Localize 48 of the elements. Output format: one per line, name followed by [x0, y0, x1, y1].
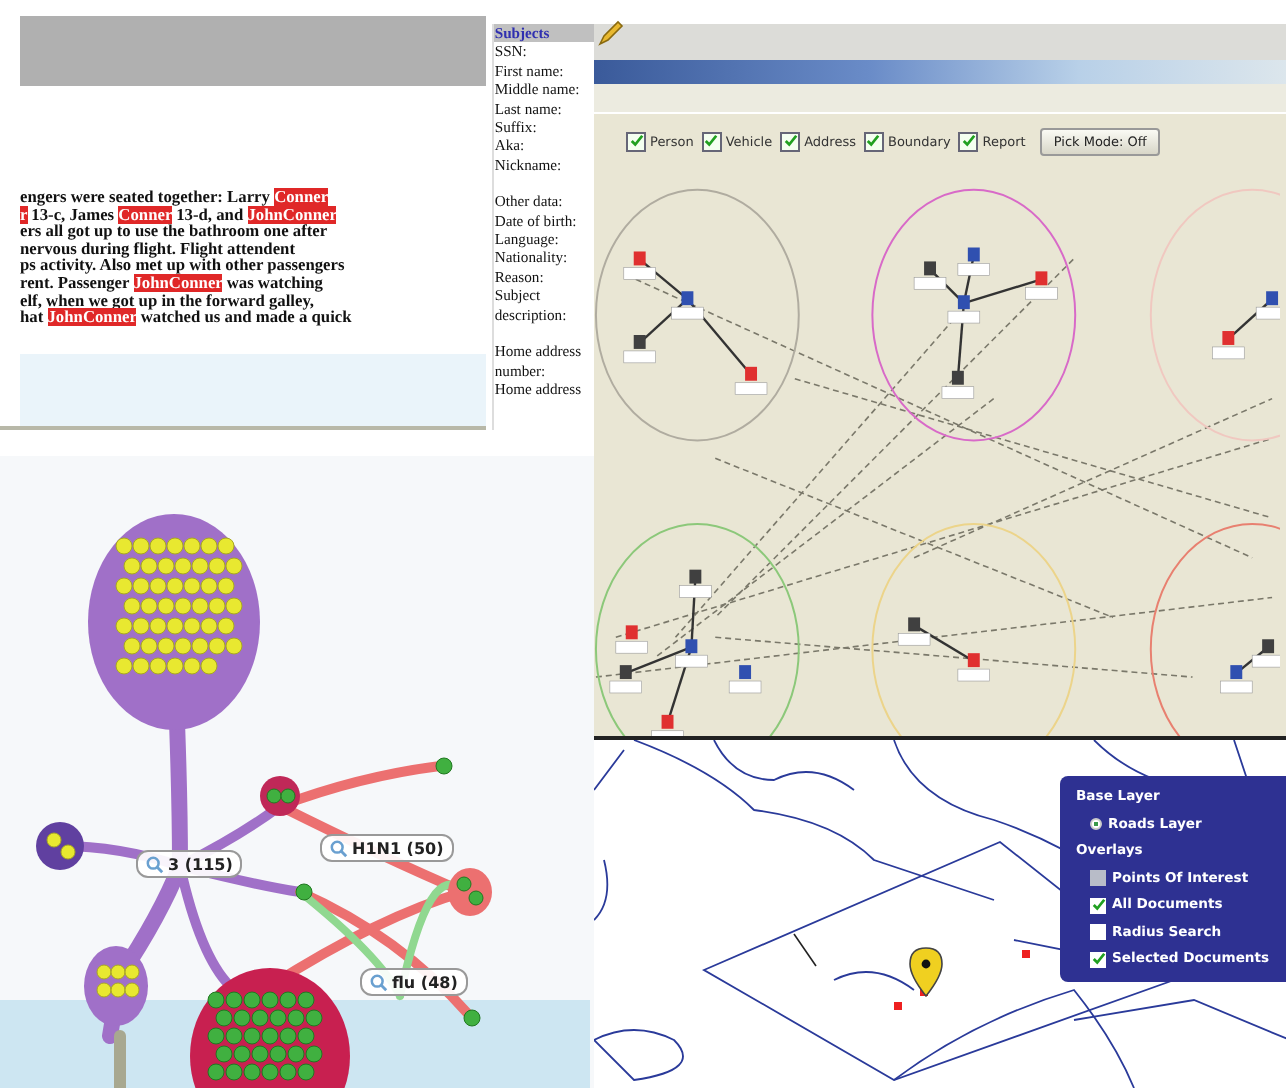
graph-node[interactable]	[1251, 638, 1280, 667]
pencil-icon[interactable]	[596, 20, 624, 48]
graph-node[interactable]	[675, 638, 708, 667]
graph-node[interactable]	[957, 246, 990, 275]
graph-node[interactable]	[728, 664, 762, 693]
graph-node[interactable]	[947, 294, 981, 323]
search-icon	[370, 973, 388, 991]
label-text: H1N1 (50)	[352, 839, 444, 857]
checkbox[interactable]	[1090, 951, 1106, 968]
checkbox[interactable]	[701, 131, 722, 152]
graph-node[interactable]	[913, 260, 947, 289]
graph-node[interactable]	[623, 250, 656, 279]
graph-node[interactable]	[1212, 330, 1245, 359]
graph-node[interactable]	[941, 370, 975, 399]
text-line: ers all got up to use the bathroom one after	[20, 224, 328, 242]
graph-node[interactable]	[1220, 664, 1253, 693]
graph-node[interactable]	[734, 366, 768, 395]
graph-node[interactable]	[623, 334, 656, 363]
checkbox[interactable]	[958, 131, 979, 152]
search-icon	[146, 855, 164, 873]
graph-node[interactable]	[1255, 290, 1280, 319]
radio-button[interactable]	[1090, 818, 1102, 831]
graph-node[interactable]	[679, 568, 712, 598]
graph-node[interactable]	[1025, 270, 1058, 299]
graph-node[interactable]	[651, 714, 684, 736]
graph-node[interactable]	[957, 652, 990, 681]
cluster-label[interactable]: H1N1 (50)	[320, 834, 454, 862]
label-text: flu (48)	[392, 973, 458, 991]
graph-node[interactable]	[897, 616, 931, 645]
checkbox[interactable]	[626, 131, 646, 152]
checkbox[interactable]	[1090, 897, 1106, 914]
checkbox[interactable]	[1090, 924, 1106, 941]
text-line: r 13-c, James Conner 13-d, and JohnConner	[20, 207, 337, 224]
graph-node[interactable]	[609, 664, 642, 693]
text-line: ps activity. Also met up with other passengers	[20, 258, 345, 276]
text-line: elf, when we got up in the forward galley,	[20, 293, 315, 310]
cluster-label[interactable]: flu (48)	[360, 968, 468, 996]
text-line: rent. Passenger JohnConner was watching	[20, 275, 323, 294]
label-text: 3 (115)	[168, 855, 233, 873]
graph-node[interactable]	[671, 290, 704, 319]
graph-node[interactable]	[615, 624, 648, 653]
text-line: hat JohnConner watched us and made a quick	[20, 310, 352, 328]
checkbox[interactable]	[863, 131, 884, 152]
text-line: nervous during flight. Flight attendent	[20, 241, 296, 258]
checkbox[interactable]	[780, 131, 801, 152]
text-line: engers were seated together: Larry Conner	[20, 190, 329, 208]
search-icon	[330, 839, 348, 857]
cluster-label[interactable]: 3 (115)	[136, 850, 243, 878]
